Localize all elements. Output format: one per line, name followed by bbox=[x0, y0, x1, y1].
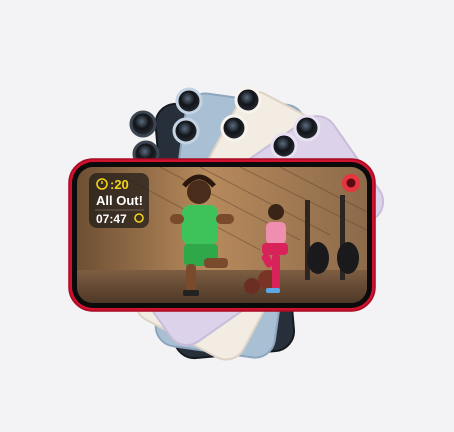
phone-fan-illustration: :20 All Out! 07:47 bbox=[68, 86, 385, 361]
status-text: All Out! bbox=[96, 193, 143, 208]
record-icon bbox=[342, 174, 360, 192]
product-photo: :20 All Out! 07:47 bbox=[0, 0, 454, 432]
workout-metrics-overlay: :20 All Out! 07:47 bbox=[89, 173, 149, 228]
timer-value: :20 bbox=[110, 177, 129, 192]
elapsed-time: 07:47 bbox=[96, 212, 127, 226]
